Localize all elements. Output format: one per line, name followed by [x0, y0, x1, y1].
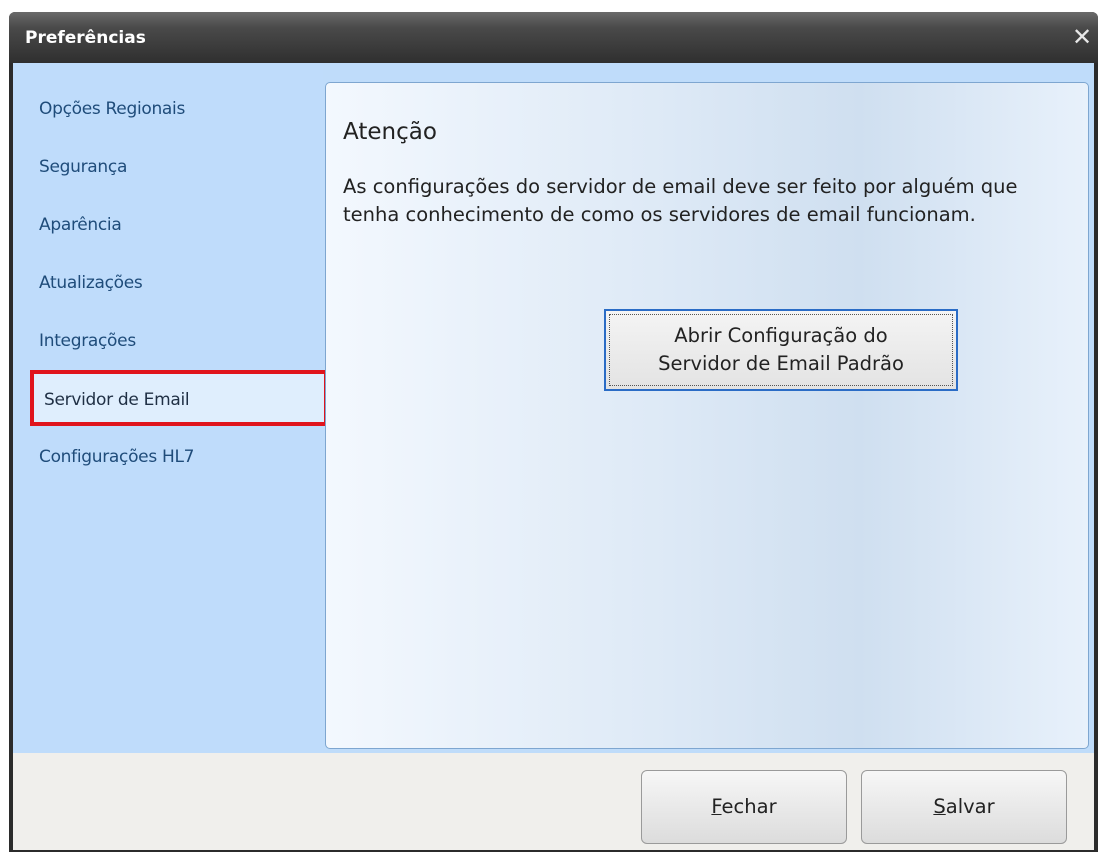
save-button-mnemonic: S: [933, 795, 946, 818]
sidebar-item-email-server[interactable]: Servidor de Email: [30, 370, 328, 426]
sidebar-item-appearance[interactable]: Aparência: [27, 200, 307, 250]
close-button-mnemonic: F: [711, 795, 722, 818]
sidebar-item-integrations[interactable]: Integrações: [27, 316, 307, 366]
open-email-config-button-label: Abrir Configuração do Servidor de Email …: [609, 314, 953, 386]
dialog-body: Opções Regionais Segurança Aparência Atu…: [13, 63, 1094, 850]
close-button-label: echar: [721, 795, 777, 818]
sidebar-item-regional-options[interactable]: Opções Regionais: [27, 84, 307, 134]
sidebar-item-security[interactable]: Segurança: [27, 142, 307, 192]
close-icon[interactable]: ✕: [1068, 22, 1096, 52]
close-button[interactable]: Fechar: [641, 770, 847, 844]
content-message: As configurações do servidor de email de…: [343, 175, 1018, 226]
title-bar[interactable]: Preferências ✕: [9, 12, 1098, 63]
sidebar-item-updates[interactable]: Atualizações: [27, 258, 307, 308]
window-title: Preferências: [25, 28, 146, 48]
sidebar-item-hl7-settings[interactable]: Configurações HL7: [27, 432, 307, 482]
content-panel: Atenção As configurações do servidor de …: [325, 82, 1089, 749]
save-button-label: alvar: [945, 795, 995, 818]
sidebar: Opções Regionais Segurança Aparência Atu…: [13, 63, 328, 753]
footer-bar: Fechar Salvar: [13, 753, 1094, 850]
preferences-window: Preferências ✕ Opções Regionais Seguranç…: [9, 12, 1098, 852]
open-email-config-button[interactable]: Abrir Configuração do Servidor de Email …: [604, 309, 958, 391]
content-title: Atenção: [343, 119, 437, 145]
save-button[interactable]: Salvar: [861, 770, 1067, 844]
